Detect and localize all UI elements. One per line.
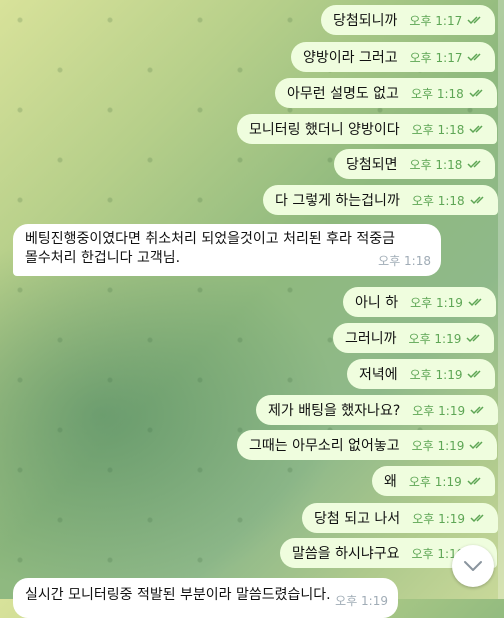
message-meta: 오후 1:18 bbox=[410, 156, 486, 173]
double-check-icon bbox=[467, 477, 481, 486]
message-text: 아무런 설명도 없고 bbox=[287, 86, 399, 102]
message-time: 오후 1:19 bbox=[410, 295, 463, 310]
double-check-icon bbox=[469, 89, 483, 98]
message-text: 말씀을 하시냐구요 bbox=[292, 546, 400, 562]
message-time: 오후 1:19 bbox=[412, 403, 466, 418]
message-meta: 오후 1:19 bbox=[410, 294, 486, 311]
message-text: 제가 배팅을 했자나요? bbox=[268, 403, 401, 419]
outgoing-message[interactable]: 당첨되니까 오후 1:17 bbox=[321, 5, 496, 35]
double-check-icon bbox=[470, 514, 484, 523]
message-text: 왜 bbox=[384, 474, 397, 490]
message-time: 오후 1:17 bbox=[409, 13, 463, 28]
message-text-line1: 베팅진행중이였다면 취소처리 되었을것이고 처리된 후라 적중금 bbox=[25, 231, 396, 247]
outgoing-message[interactable]: 그러니까 오후 1:19 bbox=[333, 323, 495, 353]
message-meta: 오후 1:19 bbox=[412, 510, 488, 527]
outgoing-message[interactable]: 그때는 아무소리 없어놓고 오후 1:19 bbox=[237, 430, 498, 460]
message-text: 당첨 되고 나서 bbox=[314, 511, 401, 527]
outgoing-message[interactable]: 아니 하 오후 1:19 bbox=[343, 287, 496, 317]
message-text: 양방이라 그러고 bbox=[303, 50, 398, 66]
double-check-icon bbox=[467, 160, 481, 169]
outgoing-message[interactable]: 당첨 되고 나서 오후 1:19 bbox=[302, 503, 499, 533]
message-time: 오후 1:18 bbox=[410, 86, 464, 101]
message-text: 그러니까 bbox=[345, 331, 397, 347]
double-check-icon bbox=[470, 196, 484, 205]
double-check-icon bbox=[467, 16, 481, 25]
message-time: 오후 1:18 bbox=[409, 157, 463, 172]
outgoing-message[interactable]: 아무런 설명도 없고 오후 1:18 bbox=[275, 78, 497, 108]
message-meta: 오후 1:17 bbox=[410, 49, 486, 66]
outgoing-message[interactable]: 제가 배팅을 했자나요? 오후 1:19 bbox=[256, 395, 499, 425]
message-text: 저녁에 bbox=[359, 367, 398, 383]
message-time: 오후 1:19 bbox=[408, 474, 462, 489]
message-meta: 오후 1:18 bbox=[412, 192, 488, 209]
double-check-icon bbox=[467, 370, 482, 379]
message-time: 오후 1:19 bbox=[335, 594, 388, 608]
message-time: 오후 1:19 bbox=[409, 367, 463, 382]
double-check-icon bbox=[466, 334, 480, 343]
message-meta: 오후 1:19 bbox=[412, 402, 488, 419]
chat-scrollbar[interactable] bbox=[498, 0, 504, 599]
message-meta: 오후 1:19 bbox=[409, 330, 485, 347]
message-text: 당첨되니까 bbox=[333, 13, 398, 29]
message-time: 오후 1:18 bbox=[411, 193, 465, 208]
message-meta: 오후 1:17 bbox=[409, 12, 485, 29]
message-text: 실시간 모니터링중 적발된 부분이라 말씀드렸습니다. bbox=[25, 587, 331, 603]
message-text: 그때는 아무소리 없어놓고 bbox=[249, 438, 400, 454]
outgoing-message[interactable]: 왜 오후 1:19 bbox=[372, 466, 495, 496]
message-time: 오후 1:19 bbox=[412, 511, 466, 526]
message-meta: 오후 1:19 bbox=[410, 366, 486, 383]
message-meta: 오후 1:18 bbox=[411, 85, 487, 102]
message-text: 모니터링 했더니 양방이다 bbox=[249, 122, 400, 138]
message-text: 아니 하 bbox=[355, 295, 399, 311]
outgoing-message[interactable]: 다 그렇게 하는겁니까 오후 1:18 bbox=[263, 185, 498, 215]
message-meta: 오후 1:18 bbox=[412, 121, 488, 138]
chevron-down-icon bbox=[464, 561, 482, 571]
outgoing-message[interactable]: 양방이라 그러고 오후 1:17 bbox=[291, 42, 496, 72]
message-text-line2: 몰수처리 한겁니다 고객님. bbox=[25, 250, 181, 266]
double-check-icon bbox=[467, 53, 481, 62]
message-time: 오후 1:19 bbox=[411, 438, 465, 453]
message-time: 오후 1:19 bbox=[408, 331, 462, 346]
message-time: 오후 1:18 bbox=[411, 122, 465, 137]
message-text: 당첨되면 bbox=[346, 157, 398, 173]
double-check-icon bbox=[469, 125, 483, 134]
outgoing-message[interactable]: 저녁에 오후 1:19 bbox=[347, 359, 496, 389]
incoming-message[interactable]: 베팅진행중이였다면 취소처리 되었을것이고 처리된 후라 적중금 몰수처리 한겁… bbox=[13, 224, 441, 276]
outgoing-message[interactable]: 당첨되면 오후 1:18 bbox=[334, 149, 496, 179]
message-time: 오후 1:18 bbox=[378, 254, 431, 268]
double-check-icon bbox=[469, 441, 483, 450]
message-meta: 오후 1:19 bbox=[412, 437, 488, 454]
message-meta: 오후 1:19 bbox=[409, 473, 485, 490]
double-check-icon bbox=[470, 406, 484, 415]
outgoing-message[interactable]: 모니터링 했더니 양방이다 오후 1:18 bbox=[237, 114, 498, 144]
message-time: 오후 1:17 bbox=[409, 50, 463, 65]
incoming-message[interactable]: 실시간 모니터링중 적발된 부분이라 말씀드렸습니다. 오후 1:19 bbox=[13, 578, 398, 618]
double-check-icon bbox=[468, 298, 482, 307]
scroll-to-bottom-button[interactable] bbox=[452, 545, 494, 587]
message-text: 다 그렇게 하는겁니까 bbox=[275, 193, 400, 209]
